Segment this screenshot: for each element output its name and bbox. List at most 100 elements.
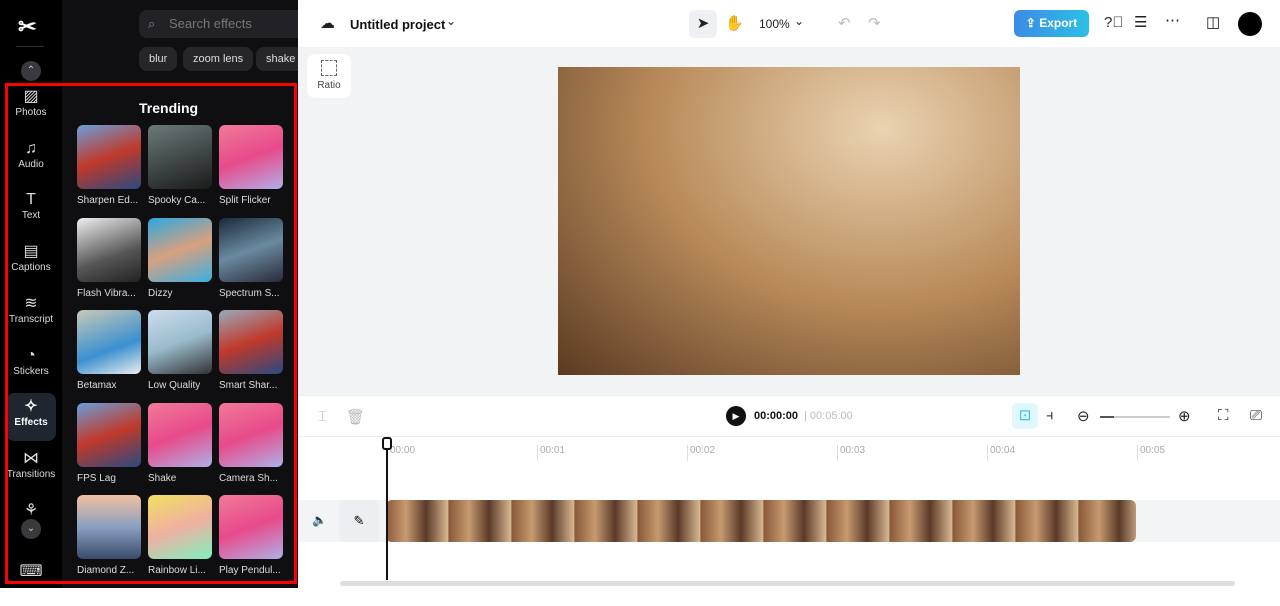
effect-label: Split Flicker xyxy=(219,195,271,206)
effect-card[interactable]: FPS Lag xyxy=(77,402,143,484)
sticker-icon: ◔ xyxy=(26,346,36,364)
zoom-chevron-icon[interactable]: ⌄ xyxy=(794,14,804,28)
chip-zoom-lens[interactable]: zoom lens xyxy=(183,47,254,71)
sidebar-item-captions[interactable]: ▤ Captions xyxy=(6,238,56,286)
effect-label: Low Quality xyxy=(148,380,201,391)
split-icon[interactable]: ⌶ xyxy=(318,408,327,425)
effect-thumbnail xyxy=(219,217,283,282)
effect-card[interactable]: Split Flicker xyxy=(219,125,285,206)
effect-thumbnail xyxy=(148,125,212,189)
effect-label: Diamond Z... xyxy=(77,565,135,576)
effect-label: Sharpen Ed... xyxy=(77,195,139,206)
effect-card[interactable]: Sharpen Ed... xyxy=(77,125,143,206)
effect-thumbnail xyxy=(219,495,283,559)
effect-thumbnail xyxy=(77,217,141,282)
effect-card[interactable]: Betamax xyxy=(77,310,143,391)
sidebar-item-audio[interactable]: ♫ Audio xyxy=(6,135,56,183)
playhead[interactable] xyxy=(386,438,388,580)
effect-thumbnail xyxy=(219,402,283,467)
zoom-level[interactable]: 100% xyxy=(759,17,790,31)
playhead-handle[interactable] xyxy=(382,437,392,450)
effect-card[interactable]: Low Quality xyxy=(148,310,214,391)
effect-thumbnail xyxy=(77,402,141,467)
split-view-icon[interactable]: ⫞ xyxy=(1046,407,1054,424)
captions-icon: ▤ xyxy=(23,243,39,261)
effect-label: Dizzy xyxy=(148,287,173,299)
effect-card[interactable]: Flash Vibra... xyxy=(77,217,143,299)
magnet-snap-icon[interactable]: ⊡ xyxy=(1012,403,1038,429)
chevron-down-icon[interactable]: ⌄ xyxy=(446,14,456,28)
effects-panel: ⌕Search effects blur zoom lens shake ret… xyxy=(62,0,349,588)
zoom-slider[interactable] xyxy=(1100,416,1170,418)
layers-icon[interactable]: ☰ xyxy=(1134,13,1147,31)
effect-card[interactable]: Dizzy xyxy=(148,217,214,299)
effect-label: Play Pendul... xyxy=(219,565,281,576)
sidebar-item-text[interactable]: T Text xyxy=(6,186,56,234)
effects-icon: ✧ xyxy=(24,398,38,416)
effect-label: Camera Sh... xyxy=(219,472,278,484)
preview-icon[interactable]: ⎚ xyxy=(1250,407,1262,424)
sidebar-item-photos[interactable]: ▨ Photos xyxy=(6,83,56,131)
audio-icon[interactable]: 🔈 xyxy=(312,513,327,527)
search-icon: ⌕ xyxy=(148,16,156,31)
effect-card[interactable]: Smart Shar... xyxy=(219,310,285,391)
effect-label: Flash Vibra... xyxy=(77,287,136,299)
effect-card[interactable]: Spectrum S... xyxy=(219,217,285,299)
text-icon: T xyxy=(26,191,36,209)
scroll-up-button[interactable]: ⌃ xyxy=(21,61,41,81)
icon-rail: ✂ ⌃ ▨ Photos ♫ Audio T Text ▤ Captions ≋ Transcri… xyxy=(0,0,62,588)
divider xyxy=(16,46,44,47)
project-title[interactable]: Untitled project xyxy=(350,17,445,32)
avatar[interactable] xyxy=(1238,12,1262,36)
select-tool-icon[interactable]: ➤ xyxy=(689,10,717,38)
cloud-icon[interactable]: ☁ xyxy=(320,14,335,32)
more-icon[interactable]: ⋯ xyxy=(1165,11,1180,29)
transition-icon: ⋈ xyxy=(23,449,39,467)
effect-label: Betamax xyxy=(77,380,117,391)
time-tick: 00:05 xyxy=(1137,445,1165,461)
filters-icon: ⚘ xyxy=(23,501,39,519)
effect-card[interactable]: Rainbow Li... xyxy=(148,495,214,576)
sidebar-item-transitions[interactable]: ⋈ Transitions xyxy=(6,445,56,493)
redo-icon[interactable]: ↷ xyxy=(868,14,881,32)
time-tick: 00:01 xyxy=(537,445,565,461)
total-time: | 00:05:00 xyxy=(804,410,853,422)
keyboard-shortcuts-icon[interactable]: ⌨ xyxy=(6,558,56,606)
image-icon: ▨ xyxy=(23,88,39,105)
help-icon[interactable]: ?⃝ xyxy=(1104,14,1124,31)
effect-card[interactable]: Play Pendul... xyxy=(219,495,285,576)
effect-label: Spooky Ca... xyxy=(148,195,206,206)
current-time: 00:00:00 xyxy=(754,410,799,422)
section-title: Trending xyxy=(139,100,199,116)
horizontal-scrollbar[interactable] xyxy=(340,581,1235,586)
delete-icon[interactable]: 🗑 xyxy=(346,408,365,426)
ratio-button[interactable]: Ratio xyxy=(307,54,351,98)
video-clip[interactable] xyxy=(386,500,1136,542)
fullscreen-icon[interactable]: ⛶ xyxy=(1218,407,1229,424)
zoom-in-icon[interactable]: ⊕ xyxy=(1178,407,1191,425)
play-button[interactable]: ▶ xyxy=(726,406,746,426)
effect-label: Spectrum S... xyxy=(219,287,280,299)
panel-layout-icon[interactable]: ◫ xyxy=(1206,13,1220,31)
effect-card[interactable]: Diamond Z... xyxy=(77,495,143,576)
sidebar-item-effects[interactable]: ✧ Effects xyxy=(6,393,56,442)
hand-tool-icon[interactable]: ✋ xyxy=(725,14,744,32)
effect-thumbnail xyxy=(148,402,212,467)
effect-card[interactable]: Shake xyxy=(148,402,214,484)
music-icon: ♫ xyxy=(25,139,37,157)
effect-card[interactable]: Camera Sh... xyxy=(219,402,285,484)
transcript-icon: ≋ xyxy=(24,294,38,312)
sidebar-item-stickers[interactable]: ◔ Stickers xyxy=(6,342,56,390)
zoom-out-icon[interactable]: ⊖ xyxy=(1077,407,1090,425)
undo-icon[interactable]: ↶ xyxy=(838,14,851,32)
edit-cover-icon[interactable]: ✎ xyxy=(339,500,379,542)
video-preview[interactable] xyxy=(558,67,1020,375)
effect-thumbnail xyxy=(219,125,283,189)
scroll-down-button[interactable]: ⌄ xyxy=(21,519,41,539)
effect-thumbnail xyxy=(77,495,141,559)
export-button[interactable]: ⇪ Export xyxy=(1014,10,1089,37)
effect-card[interactable]: Spooky Ca... xyxy=(148,125,214,206)
chip-blur[interactable]: blur xyxy=(139,47,178,71)
effect-thumbnail xyxy=(77,125,141,189)
sidebar-item-transcript[interactable]: ≋ Transcript xyxy=(6,290,56,338)
